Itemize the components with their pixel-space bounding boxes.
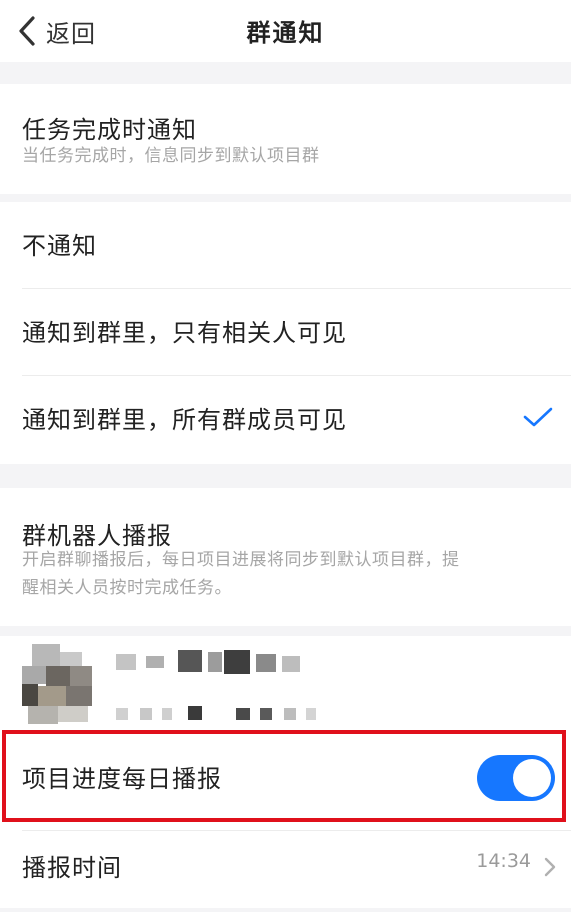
option-notify-relevant[interactable]: 通知到群里，只有相关人可见 [0, 289, 571, 377]
robot-subtitle-obscured [116, 706, 326, 722]
chevron-right-icon [544, 857, 556, 877]
notify-options-section: 不通知 通知到群里，只有相关人可见 通知到群里，所有群成员可见 [0, 202, 571, 464]
broadcast-time-label: 播报时间 [22, 854, 122, 882]
robot-name-obscured [116, 648, 316, 678]
robot-avatar [22, 644, 94, 724]
task-notify-description: 当任务完成时，信息同步到默认项目群 [22, 146, 320, 166]
robot-section: 群机器人播报 开启群聊播报后，每日项目进展将同步到默认项目群，提 醒相关人员按时… [0, 488, 571, 626]
task-notify-title: 任务完成时通知 [22, 116, 197, 144]
nav-bar: 返回 群通知 [0, 0, 571, 62]
option-no-notify[interactable]: 不通知 [0, 202, 571, 290]
page-title: 群通知 [246, 19, 325, 47]
option-label: 不通知 [22, 232, 97, 260]
option-label: 通知到群里，所有群成员可见 [22, 406, 347, 434]
broadcast-time-value: 14:34 [476, 850, 531, 872]
highlight-box [2, 730, 566, 822]
robot-description-line1: 开启群聊播报后，每日项目进展将同步到默认项目群，提 [22, 550, 460, 570]
robot-description-line2: 醒相关人员按时完成任务。 [22, 578, 232, 598]
checkmark-icon [523, 407, 553, 427]
task-notify-section: 任务完成时通知 当任务完成时，信息同步到默认项目群 [0, 84, 571, 194]
option-notify-all[interactable]: 通知到群里，所有群成员可见 [0, 376, 571, 464]
option-label: 通知到群里，只有相关人可见 [22, 319, 347, 347]
